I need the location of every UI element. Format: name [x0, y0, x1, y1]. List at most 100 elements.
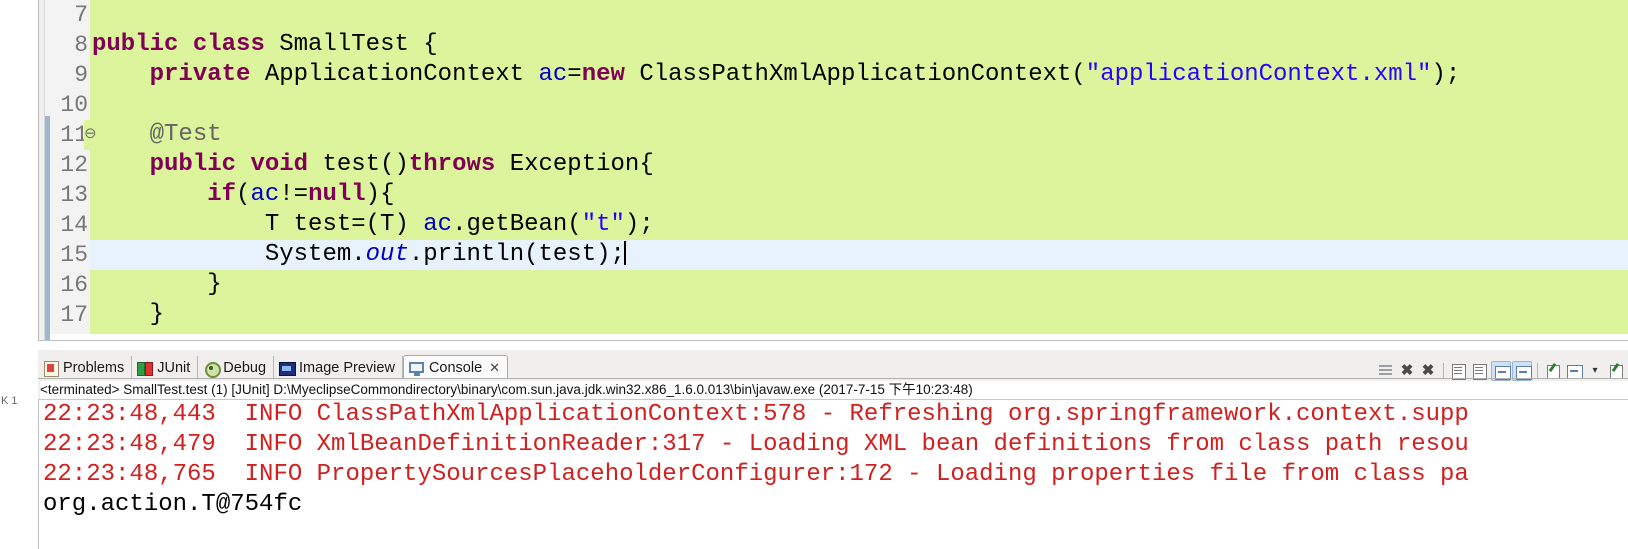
code-token: T test=(T): [92, 211, 424, 238]
code-token: public: [149, 151, 237, 178]
line-number: 10: [50, 90, 90, 120]
line-number: 17: [50, 300, 90, 330]
code-line[interactable]: 7: [50, 0, 1628, 30]
text-caret: [623, 241, 626, 265]
line-source[interactable]: @Test: [90, 120, 1628, 150]
line-source[interactable]: if(ac!=null){: [90, 180, 1628, 210]
tab-label: Debug: [223, 359, 267, 376]
code-token: SmallTest {: [264, 31, 438, 58]
tab-label: JUnit: [157, 359, 191, 376]
editor-annotation-ruler[interactable]: [38, 0, 45, 340]
code-token: );: [624, 211, 654, 238]
code-line[interactable]: 13 if(ac!=null){: [50, 180, 1628, 210]
outer-margin-label: K 1: [1, 395, 18, 407]
line-number: 13: [50, 180, 90, 210]
panel-outer-margin: K 1: [0, 350, 38, 549]
code-line[interactable]: 9 private ApplicationContext ac=new Clas…: [50, 60, 1628, 90]
console-output-line: org.action.T@754fc: [43, 491, 303, 518]
line-number: 16: [50, 270, 90, 300]
console-icon: [408, 360, 425, 376]
tab-junit[interactable]: JUnit: [132, 356, 199, 379]
line-source[interactable]: public class SmallTest {: [90, 30, 1628, 60]
line-source[interactable]: }: [90, 300, 1628, 330]
line-source[interactable]: private ApplicationContext ac=new ClassP…: [90, 60, 1628, 90]
code-line[interactable]: 17 }: [50, 300, 1628, 330]
code-token: =: [567, 61, 582, 88]
tab-bar-divider: [38, 378, 1628, 379]
code-token: "t": [581, 211, 625, 238]
view-tab-bar[interactable]: Problems JUnit Debug Image Preview Console ✕ …: [38, 355, 1628, 381]
code-token: @Test: [149, 121, 222, 148]
editor-outer-margin: [0, 0, 38, 350]
code-line[interactable]: 14 T test=(T) ac.getBean("t");: [50, 210, 1628, 240]
code-line[interactable]: 10: [50, 90, 1628, 120]
code-token: throws: [408, 151, 496, 178]
tab-label: Image Preview: [299, 359, 395, 376]
image-preview-icon: [279, 360, 297, 376]
console-process-label: <terminated> SmallTest.test (1) [JUnit] …: [40, 381, 1628, 399]
problems-icon: [43, 360, 59, 377]
code-token: new: [581, 61, 625, 88]
line-source[interactable]: [90, 0, 1628, 30]
console-output-area[interactable]: 22:23:48,443 INFO ClassPathXmlApplicatio…: [38, 400, 1628, 549]
code-token: out: [365, 241, 409, 268]
code-token: }: [92, 301, 165, 328]
bottom-view-panel: K 1 Problems JUnit Debug Image Preview Conso…: [0, 350, 1628, 549]
tab-label: Console: [428, 359, 483, 376]
line-number: 15: [50, 240, 90, 270]
tab-close-icon[interactable]: ✕: [489, 360, 500, 376]
code-token: test(): [308, 151, 409, 178]
code-line[interactable]: 12 public void test()throws Exception{: [50, 150, 1628, 180]
tab-label: Problems: [63, 359, 125, 376]
tab-console[interactable]: Console ✕: [402, 355, 509, 379]
console-error-line: 22:23:48,443 INFO ClassPathXmlApplicatio…: [43, 401, 1469, 428]
code-token: if: [207, 181, 237, 208]
tab-image-preview[interactable]: Image Preview: [274, 356, 403, 379]
code-token: void: [250, 151, 309, 178]
code-token: ac: [250, 181, 280, 208]
line-source[interactable]: [90, 90, 1628, 120]
line-number: 7: [50, 0, 90, 30]
code-token: .getBean(: [452, 211, 582, 238]
code-token: ApplicationContext: [250, 61, 539, 88]
view-tab-list: Problems JUnit Debug Image Preview Console ✕: [38, 355, 509, 379]
console-error-line: 22:23:48,479 INFO XmlBeanDefinitionReade…: [43, 431, 1469, 458]
tab-problems[interactable]: Problems: [38, 356, 133, 379]
code-token: null: [308, 181, 366, 208]
code-editor[interactable]: 7 8 public class SmallTest {9 private Appl…: [0, 0, 1628, 350]
code-line[interactable]: 8 public class SmallTest {: [50, 30, 1628, 60]
line-source[interactable]: System.out.println(test);: [90, 240, 1628, 270]
code-token: ){: [365, 181, 395, 208]
code-token: class: [192, 31, 265, 58]
code-token: }: [92, 271, 222, 298]
line-source[interactable]: T test=(T) ac.getBean("t");: [90, 210, 1628, 240]
code-line[interactable]: 16 }: [50, 270, 1628, 300]
code-token: Exception{: [495, 151, 654, 178]
separator-1: [1443, 363, 1444, 379]
code-token: private: [149, 61, 251, 88]
code-token: public: [92, 31, 179, 58]
fold-collapse-icon[interactable]: ⊖: [84, 120, 97, 150]
separator-2: [1537, 363, 1538, 379]
code-token: ac: [538, 61, 568, 88]
code-line[interactable]: 15 System.out.println(test);: [50, 240, 1628, 270]
debug-icon: [203, 360, 222, 378]
code-token: System.: [92, 241, 366, 268]
line-number: 14: [50, 210, 90, 240]
code-line[interactable]: 11 @Test: [50, 120, 1628, 150]
tab-debug[interactable]: Debug: [198, 356, 275, 379]
line-number: 12: [50, 150, 90, 180]
line-source[interactable]: public void test()throws Exception{: [90, 150, 1628, 180]
junit-icon: [137, 360, 154, 376]
line-source[interactable]: }: [90, 270, 1628, 300]
editor-bottom-divider: [38, 340, 1628, 341]
line-number: 8: [50, 30, 90, 60]
code-token: ClassPathXmlApplicationContext(: [624, 61, 1086, 88]
code-token: );: [1431, 61, 1461, 88]
